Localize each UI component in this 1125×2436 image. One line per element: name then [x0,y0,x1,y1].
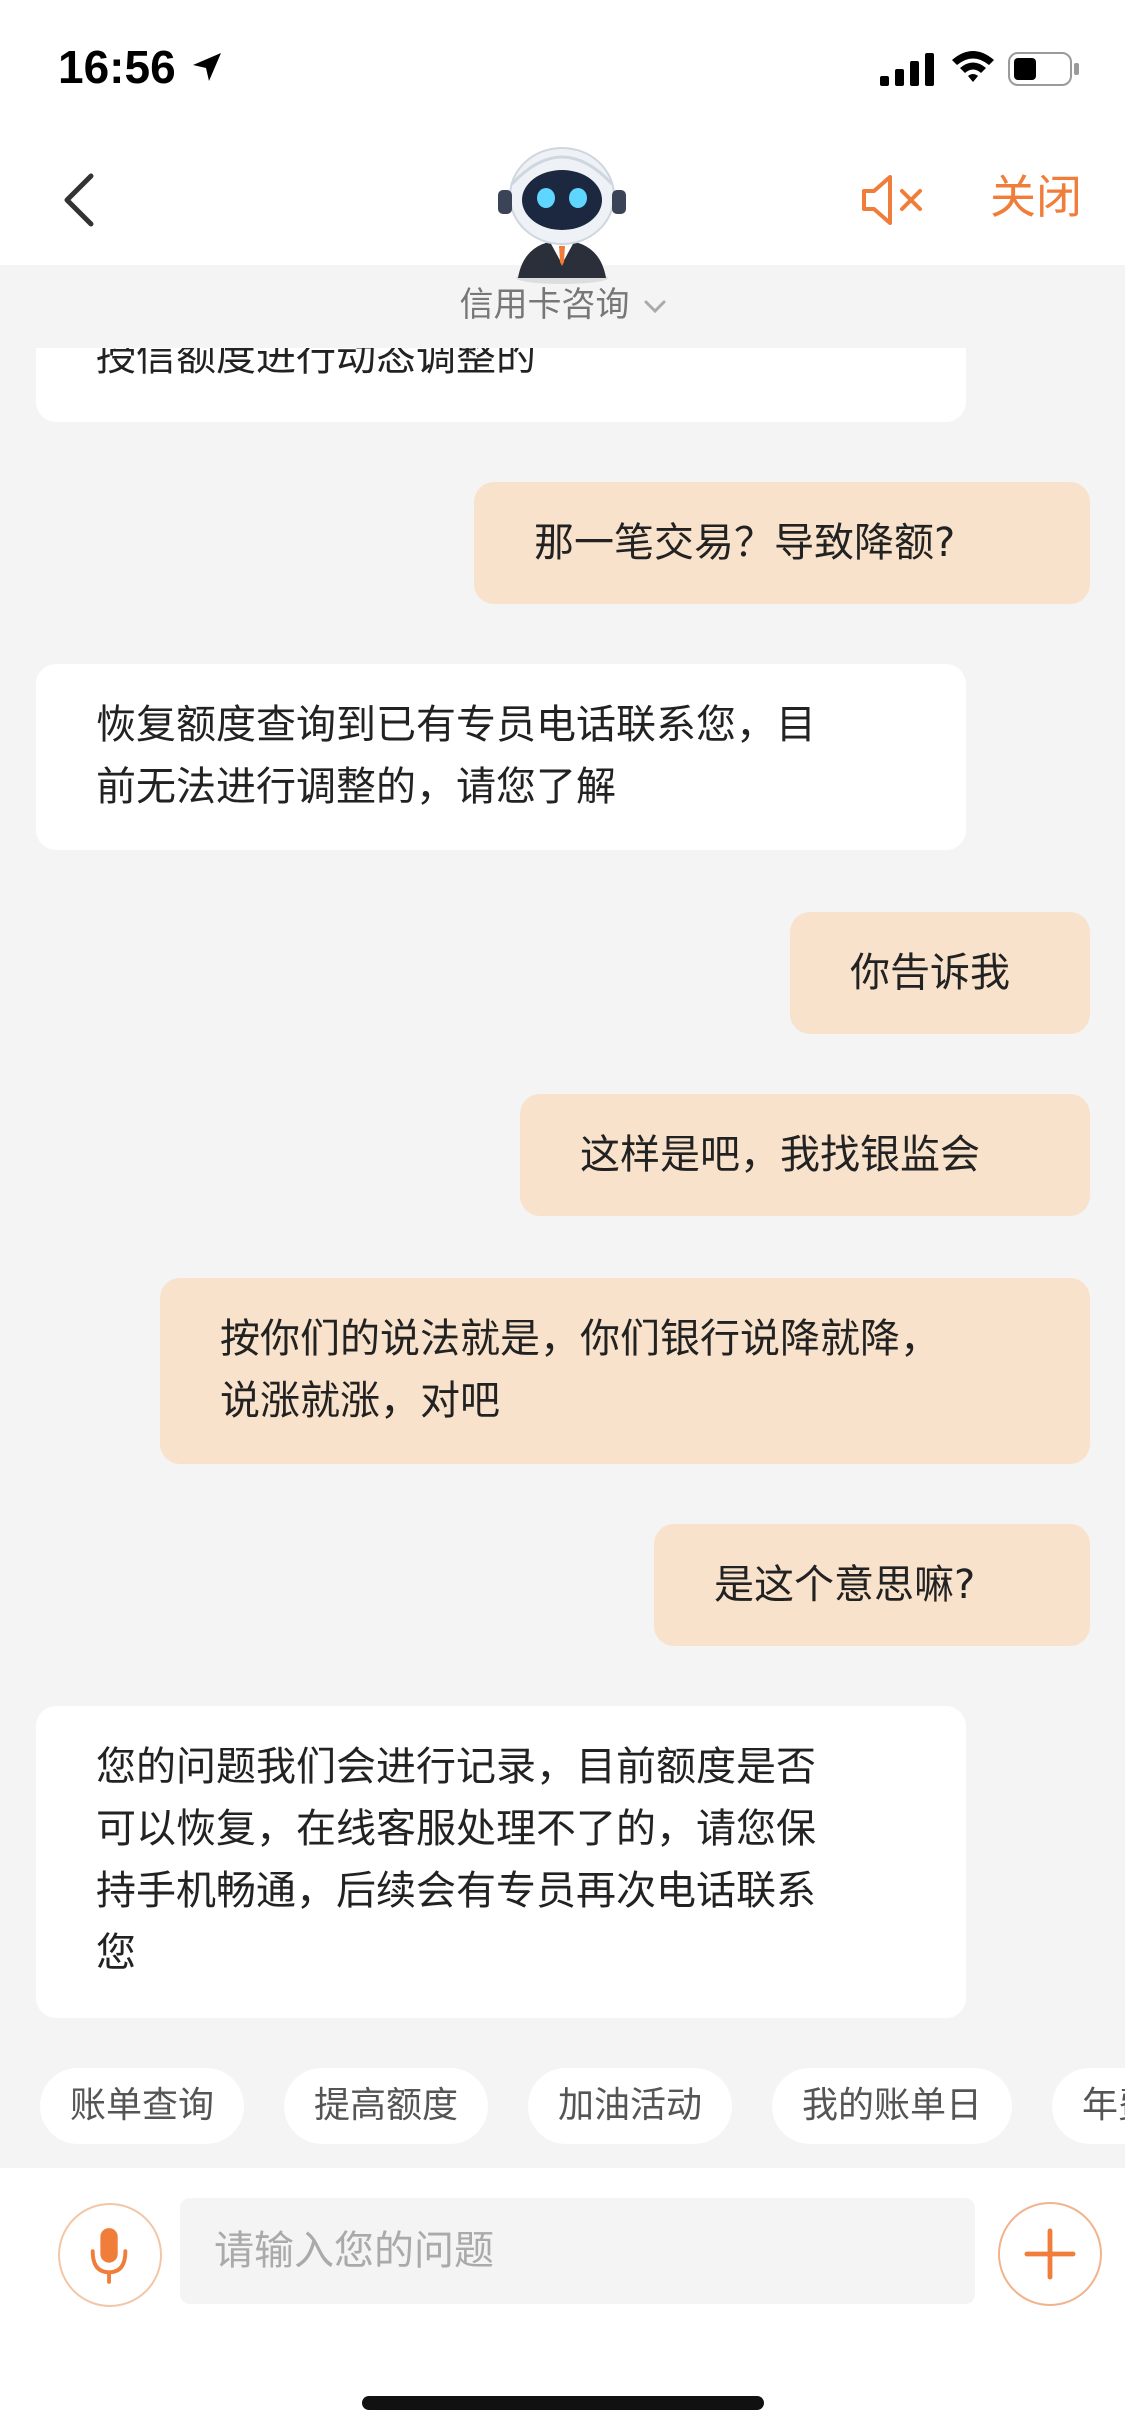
cellular-signal-icon [880,53,934,86]
agent-message: 您的问题我们会进行记录，目前额度是否 可以恢复，在线客服处理不了的，请您保 持手… [36,1706,966,2018]
user-message: 是这个意思嘛? [654,1524,1090,1646]
message-text: 是这个意思嘛? [714,1562,976,1608]
quick-tags-bar[interactable]: 账单查询 提高额度 加油活动 我的账单日 年费 [0,2068,1125,2148]
message-text: 恢复额度查询到已有专员电话联系您，目 前无法进行调整的，请您了解 [96,702,816,810]
home-indicator [362,2396,764,2410]
status-time: 16:56 [58,41,176,93]
battery-icon [1008,52,1079,86]
input-bar [0,2168,1125,2436]
question-input[interactable] [180,2198,975,2304]
message-text: 这样是吧，我找银监会 [580,1132,980,1178]
user-message: 那一笔交易？导致降额? [474,482,1090,604]
chat-area[interactable]: 授信额度进行动态调整的 那一笔交易？导致降额? 恢复额度查询到已有专员电话联系您… [0,348,1125,2068]
wifi-icon [952,51,994,82]
message-text: 那一笔交易？导致降额? [534,520,956,566]
chevron-down-icon [644,300,665,313]
message-text: 授信额度进行动态调整的 [96,348,536,380]
plus-icon [1024,2228,1076,2280]
user-message: 按你们的说法就是，你们银行说降就降， 说涨就涨，对吧 [160,1278,1090,1464]
mute-speaker-icon[interactable] [860,173,926,227]
quick-tag[interactable]: 我的账单日 [772,2068,1012,2144]
quick-tag[interactable]: 年费 [1052,2068,1125,2144]
microphone-icon [90,2228,128,2284]
agent-message: 恢复额度查询到已有专员电话联系您，目 前无法进行调整的，请您了解 [36,664,966,850]
back-button[interactable] [55,170,105,230]
user-message: 你告诉我 [790,912,1090,1034]
status-bar: 16:56 [0,0,1125,135]
message-text: 您的问题我们会进行记录，目前额度是否 可以恢复，在线客服处理不了的，请您保 持手… [96,1744,816,1976]
location-arrow-icon [193,53,221,81]
agent-message: 授信额度进行动态调整的 [36,348,966,422]
message-text: 你告诉我 [850,950,1010,996]
close-button[interactable]: 关闭 [990,167,1082,227]
user-message: 这样是吧，我找银监会 [520,1094,1090,1216]
quick-tag[interactable]: 加油活动 [528,2068,732,2144]
voice-input-button[interactable] [58,2203,162,2307]
service-title-label: 信用卡咨询 [459,285,630,325]
message-text: 按你们的说法就是，你们银行说降就降， 说涨就涨，对吧 [220,1316,940,1424]
robot-assistant-avatar [498,147,626,284]
quick-tag[interactable]: 账单查询 [40,2068,244,2144]
quick-tag[interactable]: 提高额度 [284,2068,488,2144]
service-title[interactable]: 信用卡咨询 [0,280,1125,330]
add-button[interactable] [998,2202,1102,2306]
